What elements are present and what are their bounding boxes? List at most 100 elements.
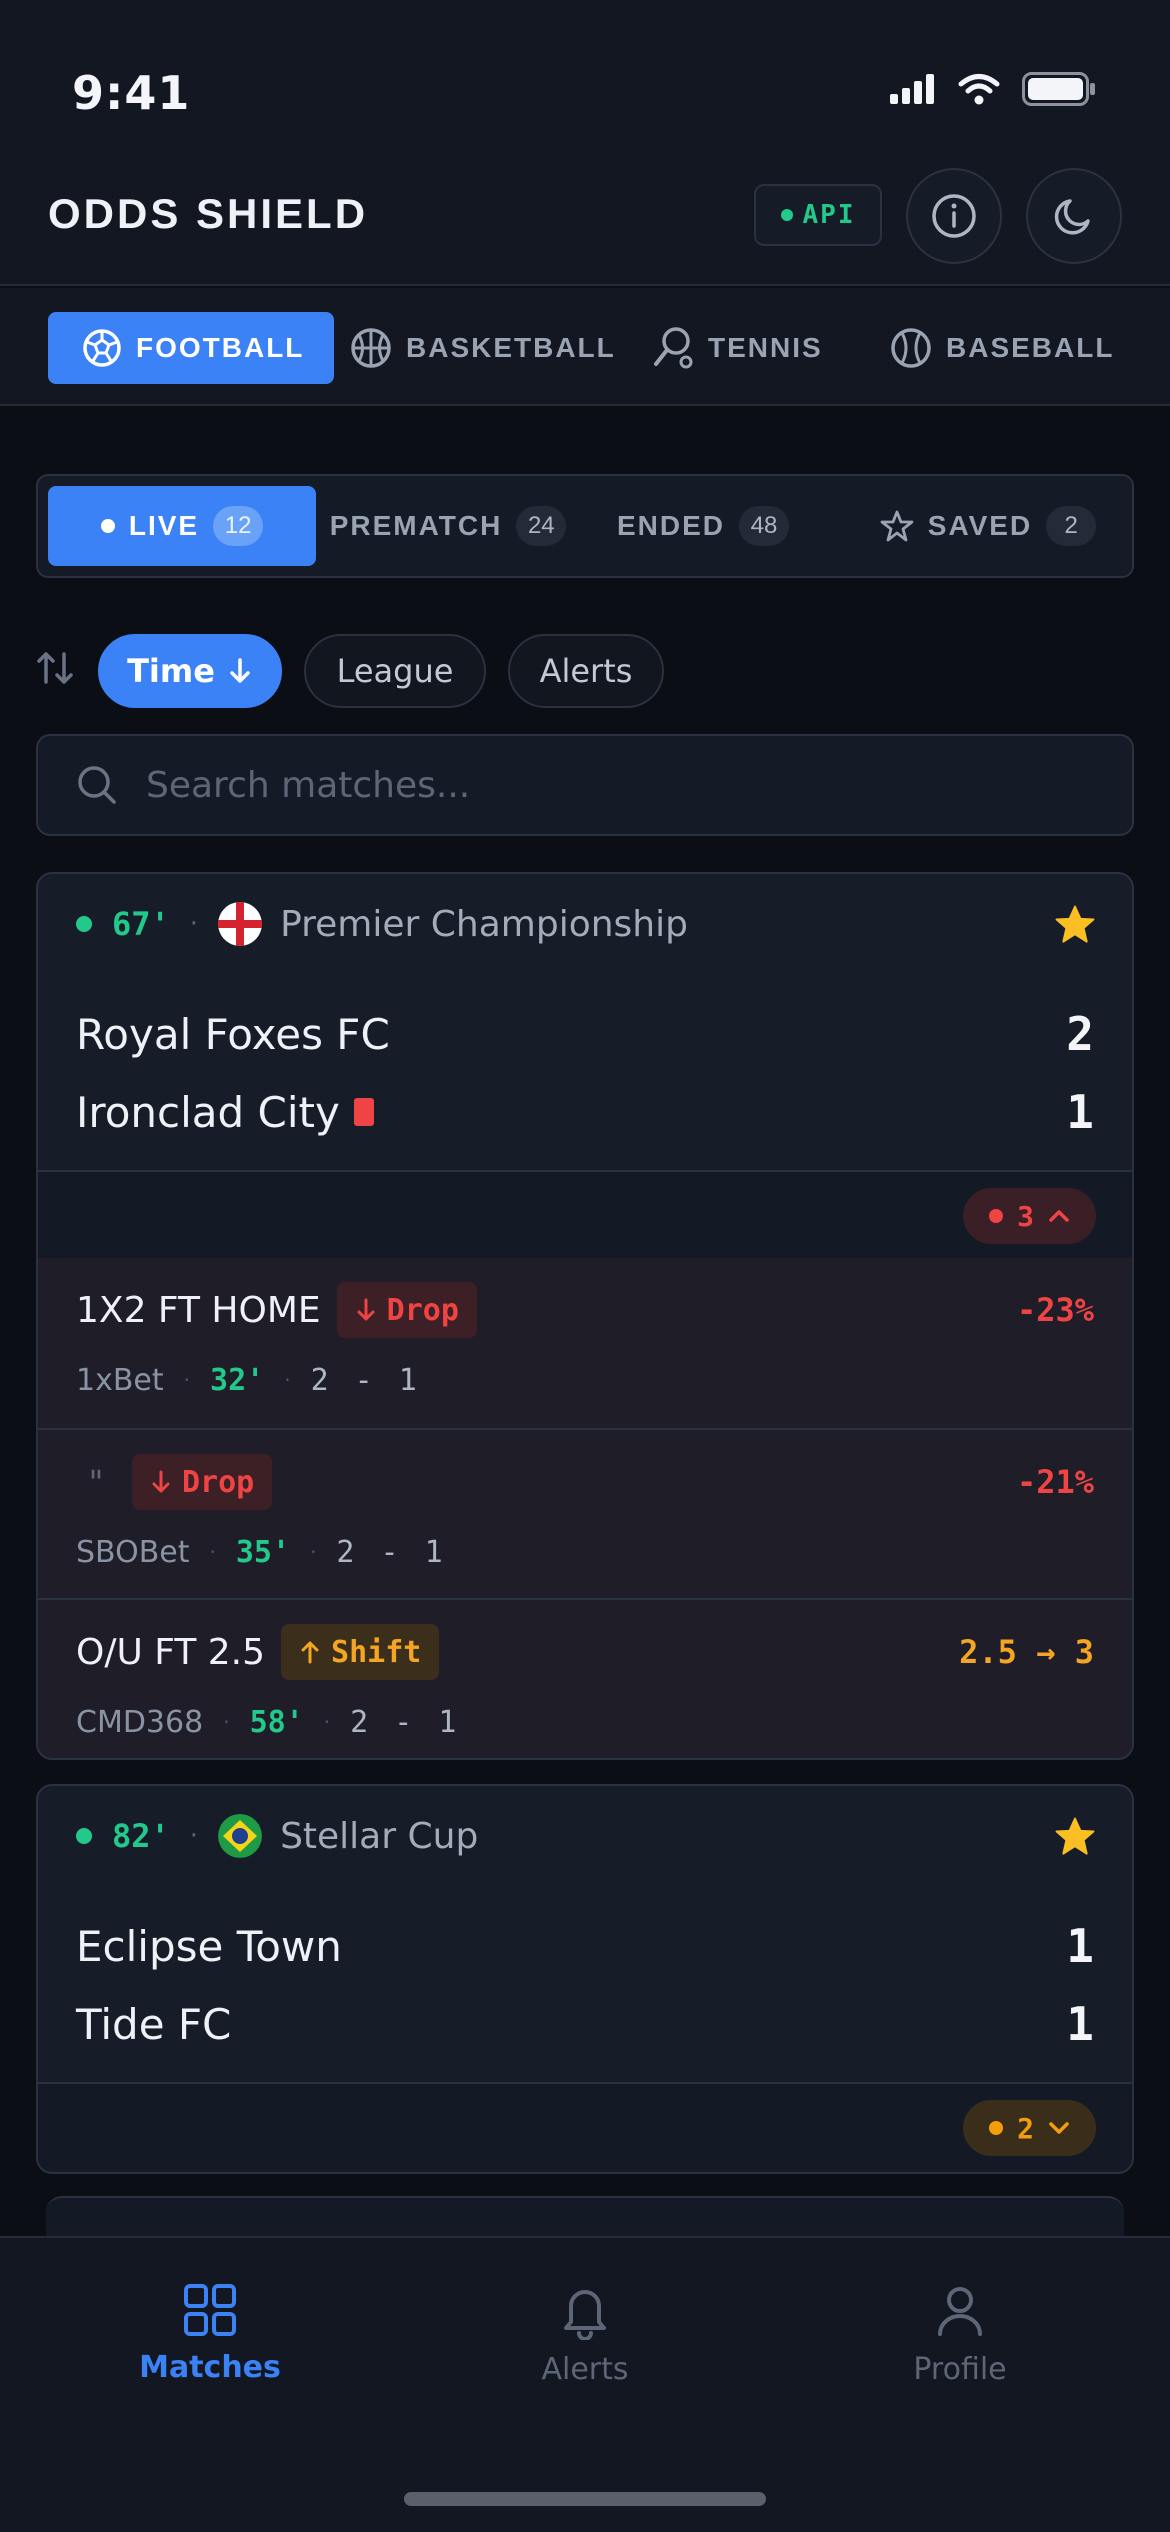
alert-change-value: -23% xyxy=(1016,1291,1094,1329)
separator-dot: · xyxy=(189,909,199,939)
bell-icon xyxy=(564,2290,606,2340)
alert-change-value: 2.5 → 3 xyxy=(959,1633,1094,1671)
odds-alert-row[interactable]: 1X2 FT HOME Drop -23% 1xBet · 32' · 2 - … xyxy=(38,1258,1132,1428)
nav-profile-label: Profile xyxy=(913,2352,1007,2387)
filter-league-chip[interactable]: League xyxy=(304,634,486,708)
arrow-up-icon xyxy=(301,1641,319,1664)
home-indicator[interactable] xyxy=(404,2492,766,2506)
match-minute: 82' xyxy=(112,1817,170,1855)
moon-icon xyxy=(1054,199,1090,235)
alerts-toggle-button[interactable]: 3 xyxy=(963,1188,1096,1244)
alert-row-meta: CMD368 · 58' · 2 - 1 xyxy=(76,1700,460,1744)
tab-football-label: FOOTBALL xyxy=(136,332,305,363)
tab-saved[interactable]: SAVED 2 xyxy=(858,486,1118,566)
status-time: 9:41 xyxy=(72,66,191,120)
filter-league-label: League xyxy=(336,652,454,690)
favorite-button[interactable] xyxy=(1054,1816,1096,1862)
baseball-icon xyxy=(891,328,931,368)
alerts-toggle-button[interactable]: 2 xyxy=(963,2100,1096,2156)
nav-matches-label: Matches xyxy=(139,2350,281,2385)
wifi-icon xyxy=(958,74,1000,105)
search-icon xyxy=(78,766,116,804)
theme-toggle-button[interactable] xyxy=(1026,168,1122,264)
arrow-down-icon xyxy=(230,658,250,683)
signal-icon xyxy=(890,74,934,104)
shift-tag-label: Shift xyxy=(331,1634,422,1670)
match-status-tabs: LIVE 12 PREMATCH 24 ENDED 48 SAVED 2 xyxy=(36,474,1134,578)
alert-count: 2 xyxy=(1017,2111,1034,2145)
chevron-down-icon xyxy=(1049,2122,1069,2134)
bookmaker-name: CMD368 xyxy=(76,1704,204,1740)
bookmaker-name: SBOBet xyxy=(76,1534,190,1570)
match-header: 67' · Premier Championship xyxy=(38,874,1132,974)
alert-minute: 58' xyxy=(249,1704,304,1740)
match-minute: 67' xyxy=(112,905,170,943)
filter-time-chip[interactable]: Time xyxy=(98,634,282,708)
filter-alerts-label: Alerts xyxy=(539,652,633,690)
api-label: API xyxy=(802,200,856,230)
tab-prematch[interactable]: PREMATCH 24 xyxy=(328,486,568,566)
tab-saved-label: SAVED xyxy=(927,510,1033,541)
app-title: ODDS SHIELD xyxy=(48,190,369,237)
search-bar xyxy=(36,734,1134,836)
away-team-score: 1 xyxy=(1066,1997,1094,2051)
nav-alerts[interactable]: Alerts xyxy=(465,2282,705,2387)
tab-live-label: LIVE xyxy=(128,510,200,541)
api-status-dot xyxy=(780,209,793,221)
tab-football[interactable]: FOOTBALL xyxy=(48,312,335,384)
grid-icon xyxy=(184,2284,236,2336)
shift-tag: Shift xyxy=(281,1624,440,1680)
home-team-name: Eclipse Town xyxy=(76,1921,342,1971)
alerts-summary-bar: 2 xyxy=(38,2082,1132,2170)
team-row-home: Eclipse Town 1 xyxy=(76,1916,1094,1976)
league-name: Premier Championship xyxy=(280,903,688,945)
nav-alerts-label: Alerts xyxy=(541,2352,629,2387)
alert-market: 1X2 FT HOME xyxy=(76,1289,321,1331)
home-team-score: 2 xyxy=(1066,1007,1094,1061)
tab-live[interactable]: LIVE 12 xyxy=(48,486,316,566)
alert-score: 2 - 1 xyxy=(310,1362,421,1398)
user-icon xyxy=(938,2287,982,2336)
alert-row-meta: SBOBet · 35' · 2 - 1 xyxy=(76,1530,447,1574)
tab-prematch-label: PREMATCH xyxy=(329,510,503,541)
alert-row-left: 1X2 FT HOME Drop xyxy=(76,1282,477,1338)
separator-dot: · xyxy=(189,1821,199,1851)
info-button[interactable] xyxy=(906,168,1002,264)
separator-dot: · xyxy=(323,1710,331,1734)
nav-profile[interactable]: Profile xyxy=(840,2282,1080,2387)
separator-dot: · xyxy=(223,1710,230,1734)
arrow-down-icon xyxy=(357,1298,375,1321)
tab-basketball-label: BASKETBALL xyxy=(406,332,616,363)
tab-tennis[interactable]: TENNIS xyxy=(652,312,823,384)
alert-row-left: O/U FT 2.5 Shift xyxy=(76,1624,440,1680)
sport-tabs: FOOTBALL BASKETBALL TENNIS BASEBALL xyxy=(0,288,1170,406)
match-card[interactable]: 67' · Premier Championship Royal Foxes F… xyxy=(36,872,1134,1760)
brazil-flag-icon xyxy=(218,1814,263,1858)
tab-basketball[interactable]: BASKETBALL xyxy=(350,312,616,384)
filter-alerts-chip[interactable]: Alerts xyxy=(508,634,664,708)
drop-tag: Drop xyxy=(336,1282,477,1338)
battery-icon xyxy=(1022,72,1095,106)
nav-matches[interactable]: Matches xyxy=(90,2282,330,2385)
red-card-icon xyxy=(353,1098,374,1126)
away-team: Ironclad City xyxy=(76,1088,374,1137)
search-input[interactable] xyxy=(146,764,1046,806)
alert-dot xyxy=(989,1209,1004,1223)
bottom-navigation: Matches Alerts Profile xyxy=(0,2236,1170,2532)
api-status-badge[interactable]: API xyxy=(754,184,882,246)
away-team-name: Ironclad City xyxy=(76,1087,340,1137)
alert-score: 2 - 1 xyxy=(350,1704,461,1740)
football-icon xyxy=(83,329,121,367)
favorite-button[interactable] xyxy=(1054,904,1096,950)
league-name: Stellar Cup xyxy=(280,1815,479,1857)
odds-alert-row[interactable]: O/U FT 2.5 Shift 2.5 → 3 CMD368 · 58' · … xyxy=(38,1598,1132,1758)
sort-button[interactable] xyxy=(36,648,74,692)
tab-baseball-label: BASEBALL xyxy=(946,332,1115,363)
odds-alert-row[interactable]: " Drop -21% SBOBet · 35' · 2 - 1 xyxy=(38,1428,1132,1598)
tab-baseball[interactable]: BASEBALL xyxy=(890,312,1114,384)
team-row-home: Royal Foxes FC 2 xyxy=(76,1004,1094,1064)
match-card[interactable]: 82' · Stellar Cup Eclipse Town 1 Tide FC… xyxy=(36,1784,1134,2174)
arrow-down-icon xyxy=(152,1470,170,1493)
tab-ended[interactable]: ENDED 48 xyxy=(598,486,808,566)
alert-minute: 32' xyxy=(210,1362,265,1398)
